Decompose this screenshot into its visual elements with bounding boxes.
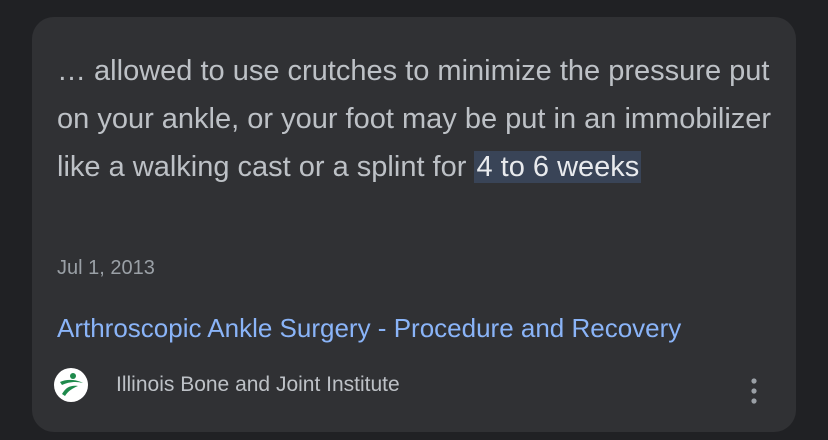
more-vert-icon[interactable] xyxy=(742,373,766,409)
snippet-text: … allowed to use crutches to minimize th… xyxy=(57,47,777,191)
snippet-date: Jul 1, 2013 xyxy=(57,257,155,279)
snippet-text-prefix: … allowed to use crutches to minimize th… xyxy=(57,55,772,183)
source-name: Illinois Bone and Joint Institute xyxy=(116,373,400,396)
source-row[interactable]: Illinois Bone and Joint Institute xyxy=(54,367,400,403)
snippet-highlight: 4 to 6 weeks xyxy=(474,151,642,183)
result-title-link[interactable]: Arthroscopic Ankle Surgery - Procedure a… xyxy=(57,313,681,344)
featured-snippet-card: … allowed to use crutches to minimize th… xyxy=(32,17,796,432)
ibji-logo-icon xyxy=(54,368,88,402)
